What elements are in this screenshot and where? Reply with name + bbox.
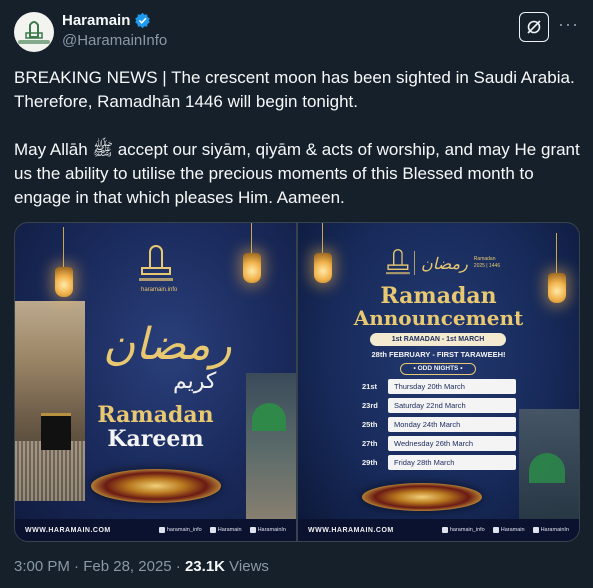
night-number: 23rd <box>362 401 378 410</box>
more-options-icon[interactable]: ··· <box>558 14 579 35</box>
avatar-logo-text <box>18 40 50 44</box>
social-handle: Haramain <box>500 527 525 533</box>
meta-separator: · <box>74 558 80 575</box>
instagram-icon <box>441 527 448 533</box>
night-date: Monday 24th March <box>388 417 516 432</box>
kareem-arabic-calligraphy: كريم <box>173 369 217 394</box>
night-number: 27th <box>362 439 378 448</box>
lantern-icon <box>243 223 261 287</box>
tweet-meta: 3:00 PM · Feb 28, 2025 · 23.1K Views <box>14 558 269 575</box>
haramain-logo-icon <box>25 21 43 39</box>
verified-badge-icon[interactable] <box>134 12 151 29</box>
prayer-rug-graphic <box>91 469 221 503</box>
telegram-icon <box>249 527 256 533</box>
odd-nights-list: 21st Thursday 20th March 23rd Saturday 2… <box>362 379 516 474</box>
night-date: Saturday 22nd March <box>388 398 516 413</box>
announcement-title-line2: Announcement <box>353 306 524 330</box>
facebook-icon <box>209 527 216 533</box>
brand-caption: haramain.info <box>141 287 178 293</box>
instagram-icon <box>158 527 165 533</box>
poster-footer: WWW.HARAMAIN.COM haramain_info Haramain … <box>298 519 579 541</box>
tweet-date[interactable]: Feb 28, 2025 <box>83 558 171 575</box>
footer-socials: haramain_info Haramain HaramainIn <box>158 527 286 533</box>
night-date: Wednesday 26th March <box>388 436 516 451</box>
ramadan-arabic-calligraphy: رمضان <box>421 253 468 273</box>
kareem-title: Kareem <box>107 426 204 452</box>
avatar[interactable] <box>14 12 54 52</box>
night-row: 21st Thursday 20th March <box>362 379 516 394</box>
views-count: 23.1K <box>184 558 225 575</box>
social-handle: Haramain <box>217 527 242 533</box>
tweet-header: Haramain @HaramainInfo ··· <box>14 10 579 54</box>
ramadan-title: Ramadan <box>97 402 214 428</box>
poster-footer: WWW.HARAMAIN.COM haramain_info Haramain … <box>15 519 296 541</box>
ramadan-kareem-image[interactable]: haramain.info رمضان كريم Ramadan Kareem … <box>15 223 296 541</box>
views-label: Views <box>229 558 269 575</box>
kaaba-photo <box>15 301 85 501</box>
social-handle: haramain_info <box>166 527 202 533</box>
night-number: 29th <box>362 458 378 467</box>
ramadan-announcement-image[interactable]: رمضان Ramadan 2025 | 1446 Ramadan Announ… <box>298 223 579 541</box>
handle[interactable]: @HaramainInfo <box>62 32 167 49</box>
prayer-rug-graphic <box>362 483 482 511</box>
footer-socials: haramain_info Haramain HaramainIn <box>441 527 569 533</box>
header-meta-title: Ramadan <box>473 256 496 262</box>
telegram-icon <box>532 527 539 533</box>
night-row: 29th Friday 28th March <box>362 455 516 470</box>
media-grid: haramain.info رمضان كريم Ramadan Kareem … <box>14 222 580 542</box>
taraweeh-text: 28th FEBRUARY - FIRST TARAWEEH! <box>371 350 506 359</box>
tweet-time[interactable]: 3:00 PM <box>14 558 70 575</box>
facebook-icon <box>492 527 499 533</box>
social-handle: HaramainIn <box>540 527 569 533</box>
footer-url: WWW.HARAMAIN.COM <box>25 526 111 534</box>
header-meta-year: 2025 | 1446 <box>473 263 501 269</box>
odd-nights-pill: • ODD NIGHTS • <box>400 363 476 375</box>
ramadan-arabic-calligraphy: رمضان <box>103 319 232 370</box>
lantern-icon <box>55 227 73 301</box>
social-handle: haramain_info <box>449 527 485 533</box>
green-dome-photo <box>519 409 579 519</box>
grok-button[interactable] <box>519 12 549 42</box>
night-date: Friday 28th March <box>388 455 516 470</box>
night-date: Thursday 20th March <box>388 379 516 394</box>
haramain-brand-logo <box>139 245 173 285</box>
tweet-text: BREAKING NEWS | The crescent moon has be… <box>14 68 580 207</box>
night-row: 27th Wednesday 26th March <box>362 436 516 451</box>
night-number: 25th <box>362 420 378 429</box>
display-name[interactable]: Haramain <box>62 12 130 29</box>
social-handle: HaramainIn <box>257 527 286 533</box>
lantern-icon <box>314 223 332 287</box>
author-names: Haramain @HaramainInfo <box>62 12 167 49</box>
night-row: 23rd Saturday 22nd March <box>362 398 516 413</box>
announcement-title-line1: Ramadan <box>380 283 497 309</box>
footer-url: WWW.HARAMAIN.COM <box>308 526 394 534</box>
start-date-pill: 1st RAMADAN - 1st MARCH <box>370 333 506 346</box>
haramain-brand-logo <box>386 249 410 275</box>
night-number: 21st <box>362 382 378 391</box>
meta-separator: · <box>175 558 181 575</box>
announcement-header: رمضان Ramadan 2025 | 1446 <box>386 249 500 277</box>
night-row: 25th Monday 24th March <box>362 417 516 432</box>
grok-icon <box>527 20 541 34</box>
